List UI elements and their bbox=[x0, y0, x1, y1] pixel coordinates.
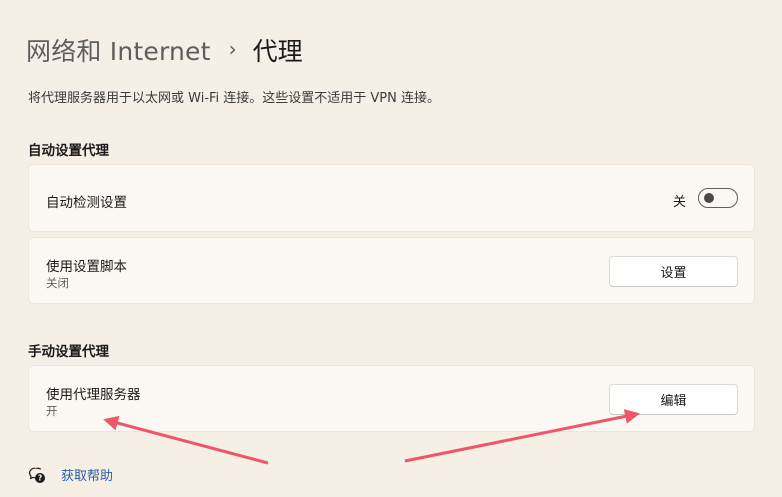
svg-text:?: ? bbox=[38, 473, 42, 482]
get-help-row[interactable]: ? 获取帮助 bbox=[28, 465, 113, 484]
page-title: 代理 bbox=[252, 37, 303, 66]
get-help-link[interactable]: 获取帮助 bbox=[61, 465, 113, 484]
auto-detect-label: 自动检测设置 bbox=[46, 195, 127, 211]
use-proxy-server-label: 使用代理服务器 bbox=[46, 387, 141, 403]
setup-script-card: 使用设置脚本 关闭 设置 bbox=[28, 237, 755, 304]
setup-script-button[interactable]: 设置 bbox=[609, 256, 738, 287]
section-title-auto-proxy: 自动设置代理 bbox=[28, 143, 109, 159]
use-proxy-server-status: 开 bbox=[46, 404, 58, 418]
proxy-settings-page: 网络和 Internet › 代理 将代理服务器用于以太网或 Wi-Fi 连接。… bbox=[0, 0, 782, 497]
breadcrumb: 网络和 Internet › 代理 bbox=[26, 30, 303, 70]
breadcrumb-network-internet[interactable]: 网络和 Internet bbox=[26, 32, 211, 68]
edit-proxy-button[interactable]: 编辑 bbox=[609, 384, 738, 415]
section-title-manual-proxy: 手动设置代理 bbox=[28, 344, 109, 360]
auto-detect-toggle-state: 关 bbox=[672, 195, 686, 210]
setup-script-status: 关闭 bbox=[46, 276, 69, 290]
use-proxy-server-card: 使用代理服务器 开 编辑 bbox=[28, 365, 755, 432]
auto-detect-settings-card: 自动检测设置 关 bbox=[28, 164, 755, 232]
page-description: 将代理服务器用于以太网或 Wi-Fi 连接。这些设置不适用于 VPN 连接。 bbox=[28, 91, 441, 106]
setup-script-label: 使用设置脚本 bbox=[46, 259, 127, 275]
auto-detect-toggle[interactable] bbox=[698, 188, 738, 208]
help-chat-icon: ? bbox=[29, 467, 45, 483]
breadcrumb-chevron-icon: › bbox=[228, 37, 237, 61]
toggle-knob bbox=[704, 193, 714, 203]
